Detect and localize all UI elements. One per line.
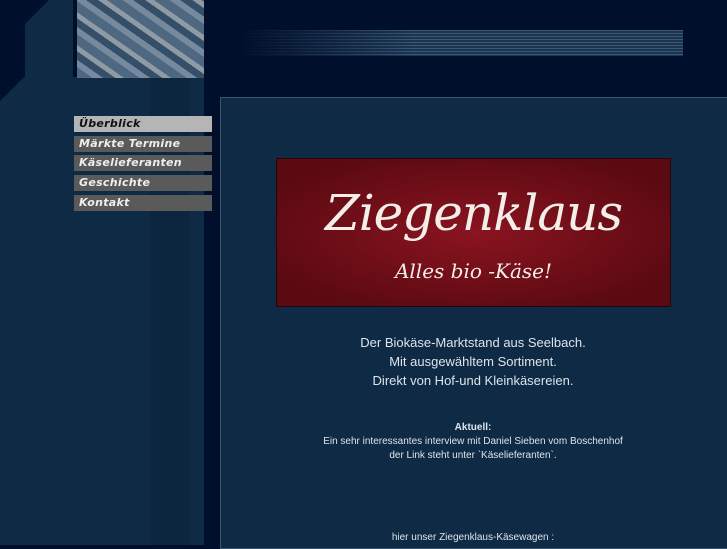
intro-line: Der Biokäse-Marktstand aus Seelbach. <box>360 335 586 350</box>
wagon-caption: hier unser Ziegenklaus-Käsewagen : <box>391 532 555 543</box>
intro-text: Der Biokäse-Marktstand aus Seelbach. Mit… <box>220 333 726 390</box>
nav-kaeselieferanten[interactable]: Käselieferanten <box>74 155 212 171</box>
nav-maerkte-termine[interactable]: Märkte Termine <box>74 136 212 152</box>
intro-line: Direkt von Hof-und Kleinkäsereien. <box>372 373 574 388</box>
nav-geschichte[interactable]: Geschichte <box>74 175 212 191</box>
news-heading: Aktuell: <box>454 422 492 433</box>
banner-subtitle: Alles bio -Käse! <box>394 259 553 283</box>
banner-title: Ziegenklaus <box>324 184 623 242</box>
intro-line: Mit ausgewähltem Sortiment. <box>389 354 557 369</box>
nav-kontakt[interactable]: Kontakt <box>74 195 212 211</box>
decor-lines <box>237 30 683 56</box>
nav-ueberblick[interactable]: Überblick <box>74 116 212 132</box>
news-line: Ein sehr interessantes interview mit Dan… <box>323 436 623 447</box>
news-section: Aktuell: Ein sehr interessantes intervie… <box>220 421 726 463</box>
decor-left-top <box>25 0 73 78</box>
cheese-photo <box>77 0 204 78</box>
news-line: der Link steht unter `Käselieferanten`. <box>389 450 557 461</box>
logo-banner: Ziegenklaus Alles bio -Käse! <box>276 158 671 307</box>
